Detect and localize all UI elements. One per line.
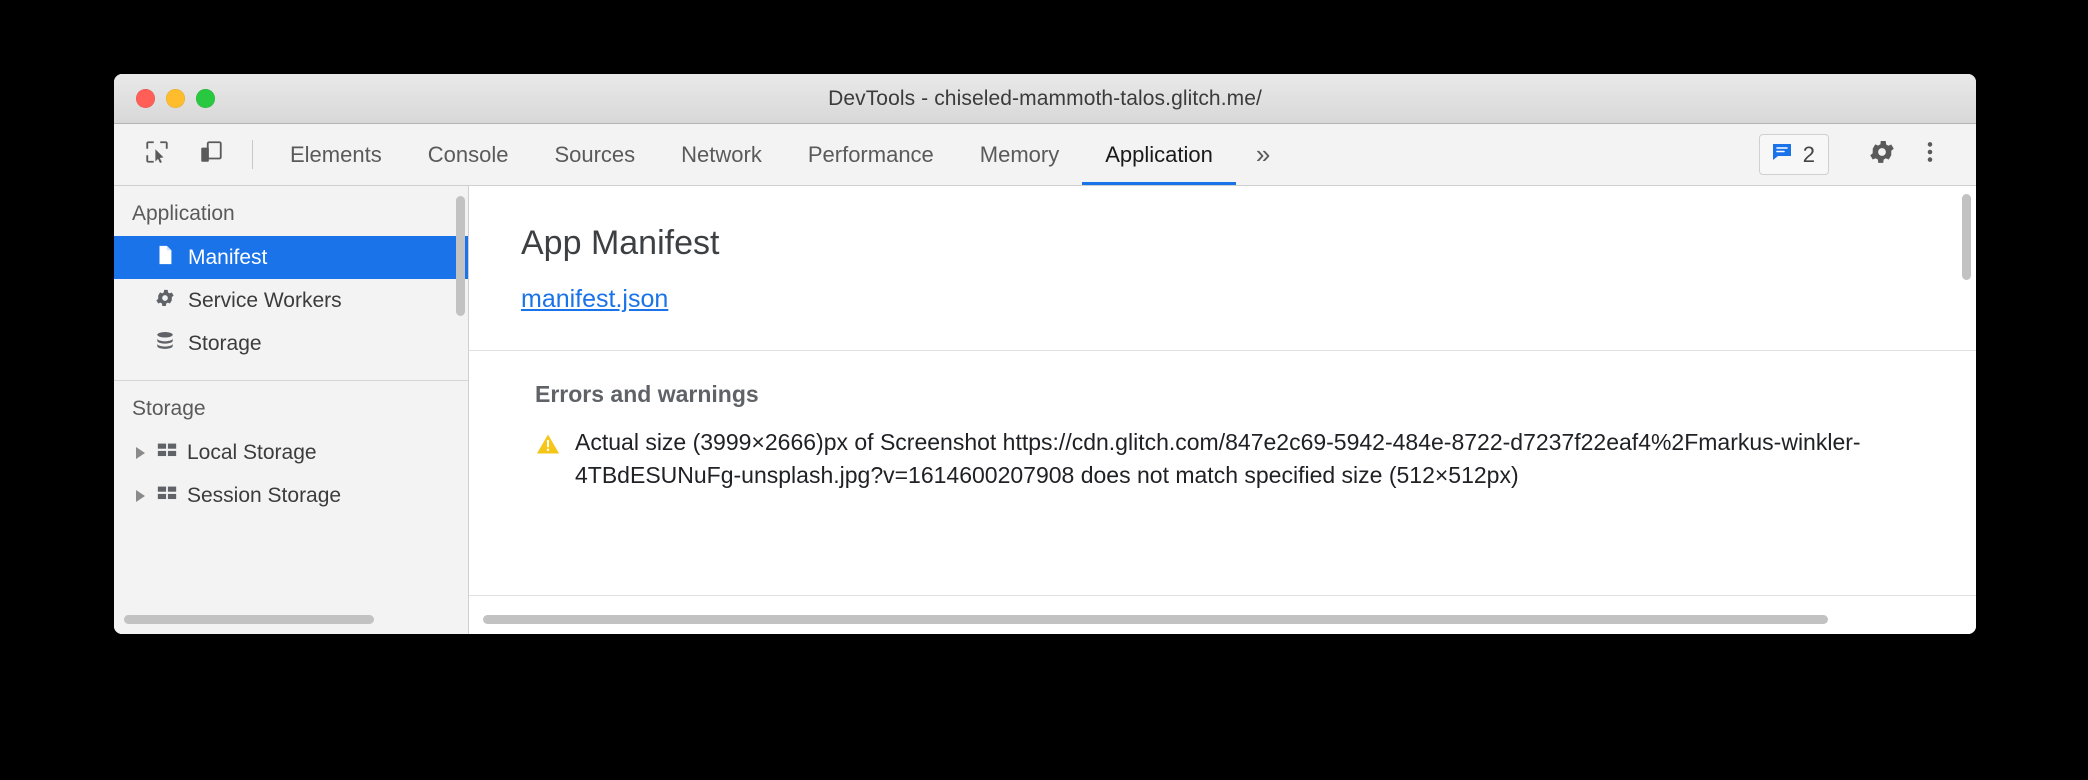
close-window-button[interactable] bbox=[136, 89, 155, 108]
tab-network[interactable]: Network bbox=[658, 124, 785, 185]
traffic-lights bbox=[114, 89, 215, 108]
page-document-icon bbox=[154, 244, 176, 272]
device-toggle-icon bbox=[198, 139, 224, 170]
window-title: DevTools - chiseled-mammoth-talos.glitch… bbox=[828, 86, 1262, 110]
toolbar-divider bbox=[252, 140, 253, 169]
sidebar-item-storage[interactable]: Storage bbox=[114, 322, 468, 365]
sidebar-item-label: Manifest bbox=[188, 245, 268, 269]
table-grid-icon bbox=[156, 439, 178, 467]
sidebar-item-label: Service Workers bbox=[188, 288, 342, 312]
tab-sources[interactable]: Sources bbox=[531, 124, 658, 185]
sidebar-item-local-storage[interactable]: Local Storage bbox=[114, 431, 468, 474]
tab-console[interactable]: Console bbox=[405, 124, 532, 185]
warning-triangle-icon bbox=[535, 431, 561, 491]
manifest-panel: App Manifest manifest.json Errors and wa… bbox=[469, 186, 1976, 634]
gear-icon bbox=[154, 287, 176, 315]
inspect-element-button[interactable] bbox=[130, 124, 184, 185]
warning-row: Actual size (3999×2666)px of Screenshot … bbox=[521, 408, 1976, 491]
chevron-right-icon[interactable] bbox=[136, 446, 145, 459]
issues-badge[interactable]: 2 bbox=[1758, 134, 1829, 175]
panel-tabs: Elements Console Sources Network Perform… bbox=[267, 124, 1759, 185]
issues-message-icon bbox=[1770, 140, 1794, 169]
panel-bottom-divider bbox=[469, 595, 1976, 596]
manifest-panel-content: App Manifest manifest.json Errors and wa… bbox=[469, 186, 1976, 491]
tab-performance[interactable]: Performance bbox=[785, 124, 957, 185]
sidebar-item-label: Session Storage bbox=[187, 483, 342, 507]
settings-button[interactable] bbox=[1858, 131, 1906, 179]
tab-memory[interactable]: Memory bbox=[957, 124, 1082, 185]
table-grid-icon bbox=[156, 482, 178, 510]
tab-elements[interactable]: Elements bbox=[267, 124, 405, 185]
sidebar-section-application-title: Application bbox=[132, 202, 235, 225]
zoom-window-button[interactable] bbox=[196, 89, 215, 108]
more-tabs-button[interactable]: » bbox=[1236, 124, 1290, 185]
gear-icon bbox=[1867, 137, 1897, 172]
window-titlebar: DevTools - chiseled-mammoth-talos.glitch… bbox=[114, 74, 1976, 124]
devtools-tabstrip: Elements Console Sources Network Perform… bbox=[114, 124, 1976, 186]
issues-count: 2 bbox=[1802, 141, 1815, 167]
devtools-body: Application Manifest Service Workers Sto… bbox=[114, 186, 1976, 634]
warning-message: Actual size (3999×2666)px of Screenshot … bbox=[575, 429, 1861, 488]
devtools-window: DevTools - chiseled-mammoth-talos.glitch… bbox=[114, 74, 1976, 634]
database-stack-icon bbox=[154, 330, 176, 358]
sidebar-item-manifest[interactable]: Manifest bbox=[114, 236, 468, 279]
sidebar-item-service-workers[interactable]: Service Workers bbox=[114, 279, 468, 322]
application-sidebar: Application Manifest Service Workers Sto… bbox=[114, 186, 469, 634]
sidebar-item-session-storage[interactable]: Session Storage bbox=[114, 474, 468, 517]
manifest-json-link[interactable]: manifest.json bbox=[521, 285, 668, 314]
tab-application[interactable]: Application bbox=[1082, 124, 1236, 185]
page-title: App Manifest bbox=[521, 224, 720, 262]
three-dot-menu-icon bbox=[1917, 139, 1943, 170]
inspect-cursor-icon bbox=[144, 139, 170, 170]
main-horizontal-scrollbar[interactable] bbox=[483, 615, 1828, 624]
minimize-window-button[interactable] bbox=[166, 89, 185, 108]
errors-and-warnings-heading: Errors and warnings bbox=[535, 381, 759, 407]
device-toolbar-button[interactable] bbox=[184, 124, 238, 185]
main-vertical-scrollbar[interactable] bbox=[1962, 194, 1971, 280]
sidebar-item-label: Local Storage bbox=[187, 440, 317, 464]
chevron-right-icon[interactable] bbox=[136, 489, 145, 502]
sidebar-section-storage-title: Storage bbox=[132, 397, 206, 420]
tabstrip-right-controls: 2 bbox=[1758, 124, 1976, 185]
more-options-button[interactable] bbox=[1906, 131, 1954, 179]
sidebar-vertical-scrollbar[interactable] bbox=[456, 196, 465, 316]
sidebar-horizontal-scrollbar[interactable] bbox=[124, 615, 374, 624]
sidebar-item-label: Storage bbox=[188, 331, 262, 355]
